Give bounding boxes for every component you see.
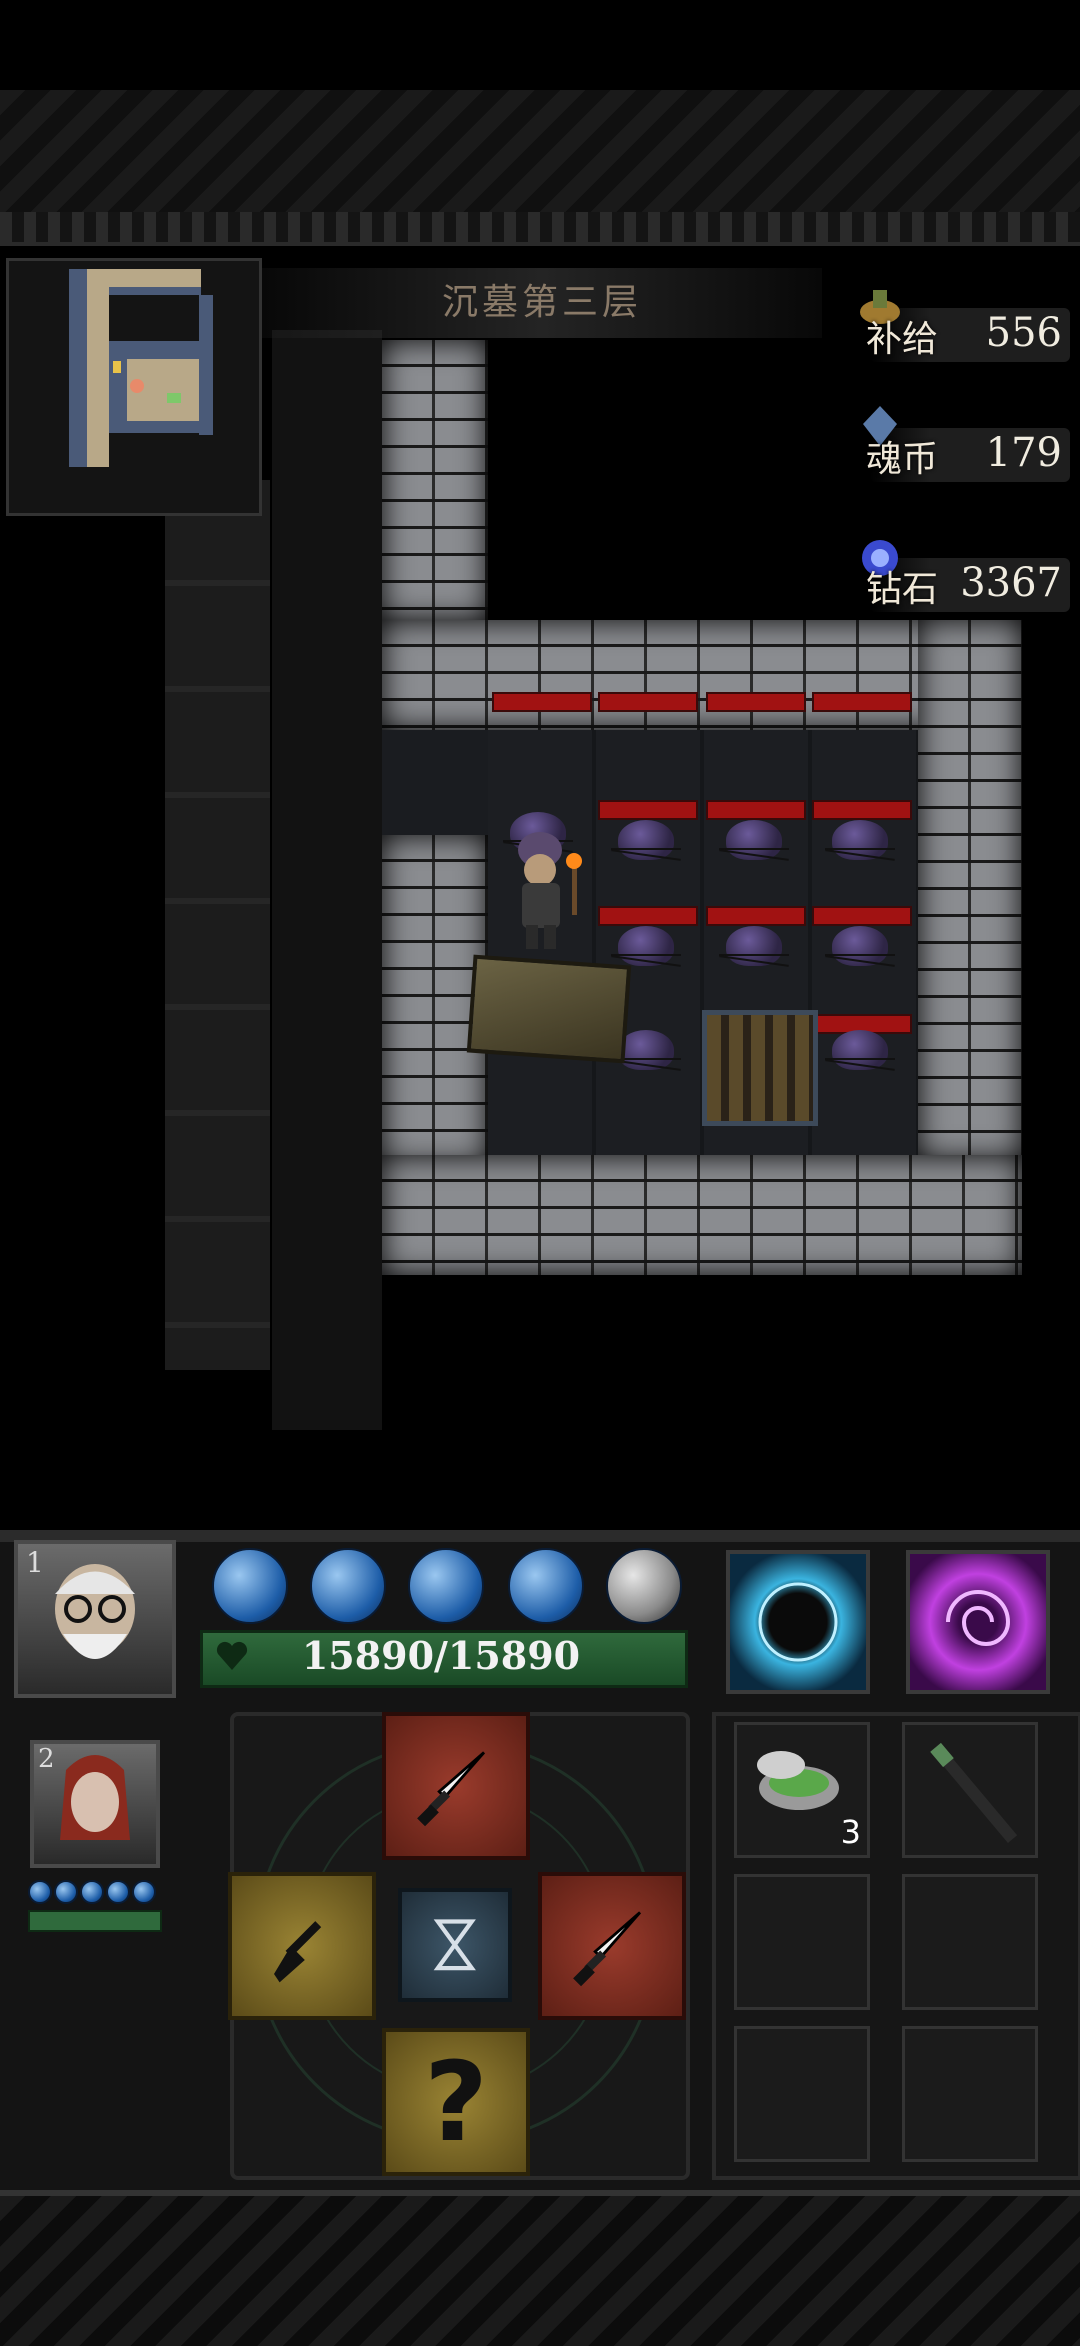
- unknown-action-button[interactable]: ?: [382, 2028, 530, 2176]
- mana-orb-small: [54, 1880, 78, 1904]
- inventory-slot-2[interactable]: [902, 1722, 1038, 1858]
- enemy-hp-bar: [492, 692, 592, 712]
- enemy-hp-bar: [812, 692, 912, 712]
- enemy-hp-bar: [812, 906, 912, 926]
- shovel-icon: [274, 1921, 322, 1983]
- enemy-hp-bar: [598, 800, 698, 820]
- spider-enemy[interactable]: [825, 820, 895, 860]
- lightning-vortex-skill[interactable]: [726, 1550, 870, 1694]
- red-haired-avatar-icon: [60, 1755, 130, 1840]
- mana-orb-small: [80, 1880, 104, 1904]
- attack-right-button[interactable]: [538, 1872, 686, 2020]
- coffin[interactable]: [466, 954, 632, 1064]
- hero-character-icon[interactable]: [500, 825, 600, 955]
- wand-icon: [930, 1742, 1018, 1844]
- mana-orb: [508, 1548, 584, 1624]
- hero-2-portrait[interactable]: 2: [30, 1740, 160, 1868]
- diamond-value: 3367: [960, 560, 1062, 606]
- floor-title: 沉墓第三层: [262, 268, 822, 338]
- supply-value: 556: [985, 310, 1062, 356]
- south-wall: [382, 1155, 1022, 1275]
- spider-enemy[interactable]: [719, 820, 789, 860]
- doorway-floor[interactable]: [382, 730, 488, 835]
- hero-2-mana-orbs: [28, 1880, 158, 1904]
- mana-orb-empty: [606, 1548, 682, 1624]
- inventory-slot-4[interactable]: [902, 1874, 1038, 2010]
- mana-orb-small: [132, 1880, 156, 1904]
- purple-vortex-icon: [946, 1590, 1011, 1646]
- bottom-border: [0, 2190, 1080, 2346]
- enemy-hp-bar: [812, 800, 912, 820]
- inventory-slot-3[interactable]: [734, 1874, 870, 2010]
- hero-1-portrait[interactable]: 1: [14, 1540, 176, 1698]
- dagger-icon: [573, 1911, 642, 1987]
- inventory-slot-1[interactable]: 3: [734, 1722, 870, 1858]
- left-corridor: [165, 480, 270, 1370]
- attack-up-button[interactable]: [382, 1712, 530, 1860]
- dark-corridor: [272, 330, 382, 1430]
- mana-orb: [212, 1548, 288, 1624]
- soul-coin-value: 179: [985, 430, 1062, 476]
- soul-coin-label: 魂币: [866, 439, 939, 480]
- inventory-slot-5[interactable]: [734, 2026, 870, 2162]
- diamond-label: 钻石: [866, 569, 939, 610]
- minimap[interactable]: [6, 258, 262, 516]
- inventory-slot-6[interactable]: [902, 2026, 1038, 2162]
- spider-enemy[interactable]: [719, 926, 789, 966]
- enemy-hp-bar: [706, 906, 806, 926]
- dig-button[interactable]: [228, 1872, 376, 2020]
- hero-hp-text: 15890/15890: [301, 1633, 581, 1678]
- mana-orb-small: [28, 1880, 52, 1904]
- spider-enemy[interactable]: [825, 1030, 895, 1070]
- soul-coin-counter: 魂币 179: [850, 406, 1076, 488]
- upper-wall: [382, 340, 488, 620]
- spider-enemy[interactable]: [611, 1030, 681, 1070]
- supply-label: 补给: [866, 319, 939, 360]
- lightning-vortex-icon: [758, 1582, 838, 1662]
- mana-orb: [310, 1548, 386, 1624]
- spider-enemy[interactable]: [611, 820, 681, 860]
- dagger-icon: [417, 1751, 486, 1827]
- spider-enemy[interactable]: [825, 926, 895, 966]
- hero-2-hp-bar: [28, 1910, 162, 1932]
- east-wall: [918, 620, 1022, 1160]
- spider-enemy[interactable]: [611, 926, 681, 966]
- wait-button[interactable]: [398, 1888, 512, 2002]
- supply-counter: 补给 556: [850, 290, 1076, 368]
- diamond-counter: 钻石 3367: [850, 540, 1076, 618]
- cage[interactable]: [702, 1010, 818, 1126]
- potion-bowl-icon: [757, 1751, 839, 1810]
- top-band: [0, 212, 1080, 242]
- enemy-hp-bar: [598, 906, 698, 926]
- old-man-avatar-icon: [55, 1564, 135, 1659]
- purple-vortex-skill[interactable]: [906, 1550, 1050, 1694]
- enemy-hp-bar: [706, 800, 806, 820]
- hourglass-icon: [433, 1919, 477, 1971]
- enemy-hp-bar: [706, 692, 806, 712]
- enemy-hp-bar: [598, 692, 698, 712]
- potion-count: 3: [840, 1813, 861, 1851]
- mana-orb: [408, 1548, 484, 1624]
- mana-orb-small: [106, 1880, 130, 1904]
